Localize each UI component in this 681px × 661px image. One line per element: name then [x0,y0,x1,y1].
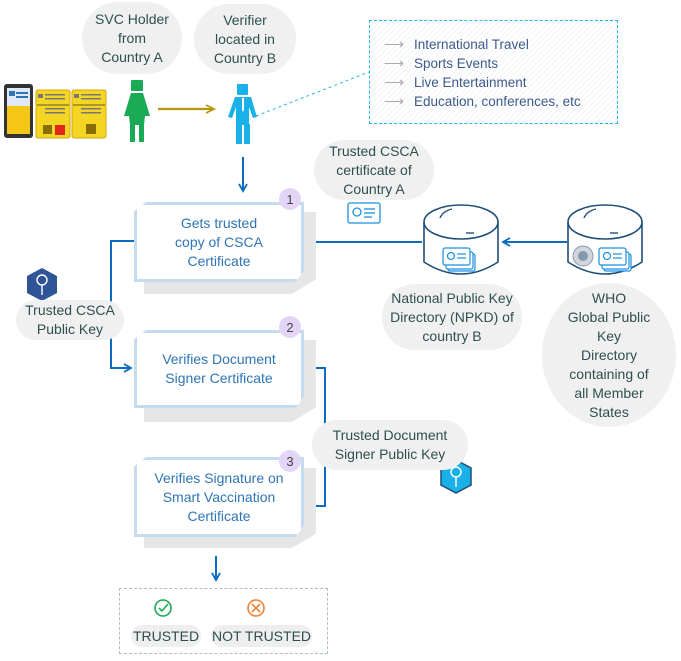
trusted-result-label: TRUSTED [131,625,201,647]
x-circle-icon [247,599,265,617]
not-trusted-result-label: NOT TRUSTED [211,625,312,647]
check-circle-icon [154,599,172,617]
result-icons [154,599,265,617]
